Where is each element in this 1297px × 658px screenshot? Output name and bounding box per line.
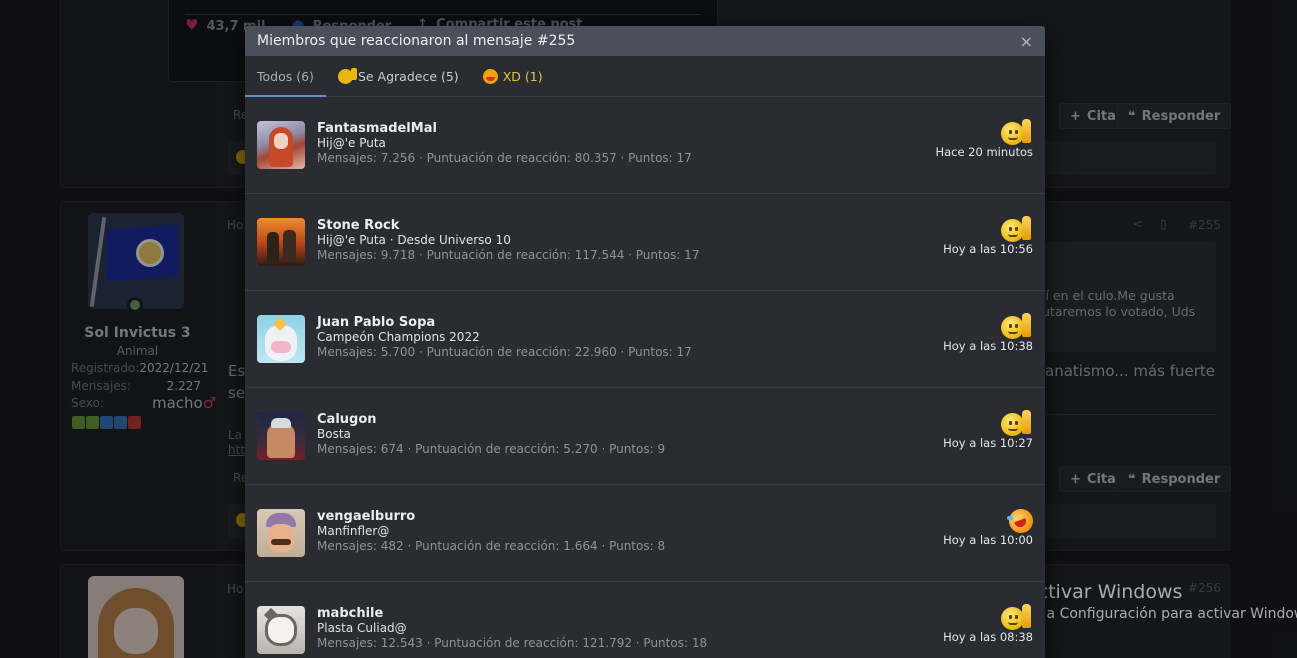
avatar-figure-shape [267, 232, 279, 262]
list-item: Stone Rock Hij@'e Puta · Desde Universo … [245, 194, 1045, 291]
reaction-time: Hoy a las 08:38 [943, 630, 1033, 644]
reactions-dialog: Miembros que reaccionaron al mensaje #25… [245, 26, 1045, 658]
list-item: vengaelburro Manfinfler@ Mensajes: 482 ·… [245, 485, 1045, 582]
avatar-body-shape [267, 424, 295, 458]
avatar-hair-shape [271, 418, 291, 428]
member-name[interactable]: vengaelburro [317, 509, 415, 524]
member-stats: Mensajes: 482 · Puntuación de reacción: … [317, 539, 666, 553]
list-item: Calugon Bosta Mensajes: 674 · Puntuación… [245, 388, 1045, 485]
member-avatar[interactable] [257, 315, 305, 363]
laughing-emoji-icon [482, 68, 498, 84]
member-avatar[interactable] [257, 606, 305, 654]
member-stats: Mensajes: 7.256 · Puntuación de reacción… [317, 151, 692, 165]
avatar-mustache-shape [271, 539, 291, 545]
close-icon[interactable]: × [1020, 32, 1033, 51]
member-avatar[interactable] [257, 121, 305, 169]
se-agradece-reaction-icon [999, 313, 1033, 339]
member-stats: Mensajes: 5.700 · Puntuación de reacción… [317, 345, 692, 359]
avatar-face-shape [268, 524, 294, 552]
member-stats: Mensajes: 9.718 · Puntuación de reacción… [317, 248, 700, 262]
member-avatar[interactable] [257, 218, 305, 266]
member-title: Plasta Culiad@ [317, 621, 407, 635]
reaction-time: Hoy a las 10:38 [943, 339, 1033, 353]
member-title: Hij@'e Puta · Desde Universo 10 [317, 233, 511, 247]
avatar-cat-shape [265, 614, 297, 646]
member-avatar[interactable] [257, 509, 305, 557]
list-item: FantasmadelMal Hij@'e Puta Mensajes: 7.2… [245, 97, 1045, 194]
member-name[interactable]: Juan Pablo Sopa [317, 315, 435, 330]
reaction-time: Hoy a las 10:56 [943, 242, 1033, 256]
reaction-time: Hoy a las 10:00 [943, 533, 1033, 547]
dialog-header: Miembros que reaccionaron al mensaje #25… [245, 26, 1045, 56]
avatar-face-shape [274, 133, 288, 149]
member-title: Manfinfler@ [317, 524, 390, 538]
member-title: Campeón Champions 2022 [317, 330, 480, 344]
member-title: Bosta [317, 427, 351, 441]
member-name[interactable]: mabchile [317, 606, 383, 621]
member-name[interactable]: FantasmadelMal [317, 121, 437, 136]
se-agradece-reaction-icon [999, 410, 1033, 436]
reaction-time: Hace 20 minutos [935, 145, 1033, 159]
graduate-thumbs-up-emoji-icon [337, 67, 357, 84]
windows-activation-subtitle: Ve a Configuración para activar Windows [1025, 606, 1297, 622]
reaction-time: Hoy a las 10:27 [943, 436, 1033, 450]
member-name[interactable]: Calugon [317, 412, 377, 427]
tab-all[interactable]: Todos (6) [245, 56, 326, 97]
reaction-tabs: Todos (6) Se Agradece (5) XD (1) [245, 56, 1045, 97]
windows-activation-title: Activar Windows [1025, 581, 1183, 603]
xd-reaction-icon [999, 505, 1037, 537]
member-title: Hij@'e Puta [317, 136, 386, 150]
member-name[interactable]: Stone Rock [317, 218, 399, 233]
avatar-figure-shape [283, 230, 296, 262]
member-stats: Mensajes: 12.543 · Puntuación de reacció… [317, 636, 708, 650]
se-agradece-reaction-icon [999, 216, 1033, 242]
tab-se-agradece[interactable]: Se Agradece (5) [326, 56, 471, 96]
member-avatar[interactable] [257, 412, 305, 460]
list-item: mabchile Plasta Culiad@ Mensajes: 12.543… [245, 582, 1045, 658]
member-stats: Mensajes: 674 · Puntuación de reacción: … [317, 442, 666, 456]
list-item: Juan Pablo Sopa Campeón Champions 2022 M… [245, 291, 1045, 388]
reactor-list: FantasmadelMal Hij@'e Puta Mensajes: 7.2… [245, 97, 1045, 658]
se-agradece-reaction-icon [999, 604, 1033, 630]
se-agradece-reaction-icon [999, 119, 1033, 145]
avatar-snout-shape [271, 341, 291, 353]
tab-xd[interactable]: XD (1) [471, 56, 555, 96]
dialog-title: Miembros que reaccionaron al mensaje #25… [257, 33, 576, 49]
